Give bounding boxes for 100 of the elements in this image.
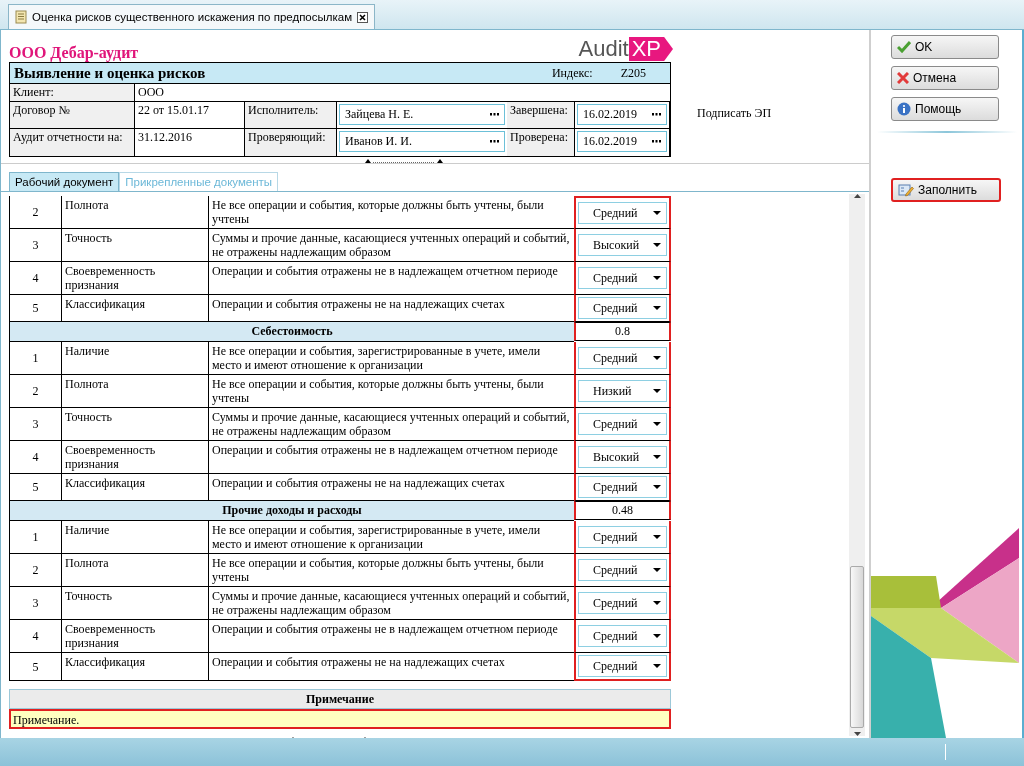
table-cell: Полнота bbox=[61, 196, 208, 229]
ok-button[interactable]: OK bbox=[891, 35, 999, 59]
table-cell: Наличие bbox=[61, 342, 208, 375]
table-cell: 4 bbox=[9, 441, 61, 474]
risk-dropdown[interactable]: Средний bbox=[578, 625, 667, 647]
caret-icon bbox=[653, 664, 661, 668]
field-label: Завершена: bbox=[507, 102, 575, 129]
table-cell: 1 bbox=[9, 342, 61, 375]
table-cell: 4 bbox=[9, 262, 61, 295]
scrollbar[interactable] bbox=[849, 194, 865, 736]
table-cell: 5 bbox=[9, 653, 61, 681]
risk-dropdown[interactable]: Средний bbox=[578, 347, 667, 369]
date-field[interactable]: 16.02.2019 bbox=[577, 131, 667, 152]
risk-dropdown[interactable]: Средний bbox=[578, 655, 667, 677]
form-title: Выявление и оценка рисков bbox=[14, 64, 207, 82]
field-label: Проверена: bbox=[507, 129, 575, 156]
ellipsis-icon[interactable] bbox=[652, 113, 661, 116]
close-icon bbox=[897, 72, 909, 84]
picker-field[interactable]: Иванов И. И. bbox=[339, 131, 505, 152]
table-cell: Своевременность признания bbox=[61, 441, 208, 474]
picker-field[interactable]: Зайцева Н. Е. bbox=[339, 104, 505, 125]
table-cell: 1 bbox=[9, 521, 61, 554]
caret-icon bbox=[653, 601, 661, 605]
table-cell: 2 bbox=[9, 196, 61, 229]
risk-dropdown[interactable]: Низкий bbox=[578, 380, 667, 402]
risk-dropdown[interactable]: Средний bbox=[578, 202, 667, 224]
sign-link[interactable]: Подписать ЭП bbox=[697, 106, 772, 121]
tab-title: Оценка рисков существенного искажения по предпосылкам bbox=[32, 11, 353, 23]
fill-button[interactable]: Заполнить bbox=[891, 178, 1001, 202]
table-cell: Не все операции и события, которые должны быть учтены, были учтены bbox=[208, 196, 574, 229]
ellipsis-icon[interactable] bbox=[490, 140, 499, 143]
risk-dropdown[interactable]: Средний bbox=[578, 526, 667, 548]
close-icon[interactable] bbox=[357, 11, 369, 23]
index-value: Z205 bbox=[620, 65, 646, 81]
table-cell: Операции и события отражены не в надлежащем отчетном периоде bbox=[208, 441, 574, 474]
index-label: Индекс: bbox=[551, 65, 593, 81]
ellipsis-icon[interactable] bbox=[490, 113, 499, 116]
risk-dropdown[interactable]: Средний bbox=[578, 413, 667, 435]
caret-icon bbox=[653, 306, 661, 310]
note-header: Примечание bbox=[9, 689, 671, 709]
date-field[interactable]: 16.02.2019 bbox=[577, 104, 667, 125]
table-cell: Полнота bbox=[61, 375, 208, 408]
scroll-down-icon[interactable] bbox=[853, 732, 861, 736]
caret-icon bbox=[653, 535, 661, 539]
table-cell: 4 bbox=[9, 620, 61, 653]
caret-icon bbox=[653, 276, 661, 280]
score-cell: 0.48 bbox=[574, 501, 671, 520]
document-icon bbox=[15, 10, 27, 24]
document-tab[interactable]: Оценка рисков существенного искажения по предпосылкам bbox=[8, 4, 376, 29]
table-cell: Суммы и прочие данные, касающиеся учтенных операций и событий, не отражены надлежащим образом bbox=[208, 229, 574, 262]
logo: AuditXP bbox=[578, 36, 673, 62]
risk-dropdown[interactable]: Высокий bbox=[578, 446, 667, 468]
company-name: ООО Дебар-аудит bbox=[9, 44, 139, 62]
section-header: Себестоимость bbox=[9, 322, 574, 342]
table-cell: Точность bbox=[61, 408, 208, 441]
table-cell: Наличие bbox=[61, 521, 208, 554]
caret-icon bbox=[653, 356, 661, 360]
field-label: Проверяющий: bbox=[245, 129, 337, 156]
table-cell: Не все операции и события, зарегистрированные в учете, имели место и имеют отношение к организации bbox=[208, 342, 574, 375]
caret-icon bbox=[653, 422, 661, 426]
risk-dropdown[interactable]: Средний bbox=[578, 592, 667, 614]
table-cell: Операции и события отражены не в надлежащем отчетном периоде bbox=[208, 262, 574, 295]
tab[interactable]: Рабочий документ bbox=[9, 172, 120, 191]
table-cell: Полнота bbox=[61, 554, 208, 587]
caret-icon bbox=[653, 211, 661, 215]
section-header: Прочие доходы и расходы bbox=[9, 501, 574, 521]
caret-icon bbox=[653, 634, 661, 638]
table-cell: Не все операции и события, зарегистрированные в учете, имели место и имеют отношение к организации bbox=[208, 521, 574, 554]
table-cell: Точность bbox=[61, 229, 208, 262]
risk-dropdown[interactable]: Высокий bbox=[578, 234, 667, 256]
caret-icon bbox=[653, 455, 661, 459]
scroll-up-icon[interactable] bbox=[853, 194, 861, 198]
risk-dropdown[interactable]: Средний bbox=[578, 476, 667, 498]
field-label: Исполнитель: bbox=[245, 102, 337, 129]
table-cell: Не все операции и события, которые должны быть учтены, были учтены bbox=[208, 375, 574, 408]
table-cell: 2 bbox=[9, 375, 61, 408]
score-cell: 0.8 bbox=[574, 322, 671, 341]
note-field[interactable]: Примечание. bbox=[9, 709, 671, 729]
check-icon bbox=[897, 41, 911, 53]
table-cell: Своевременность признания bbox=[61, 620, 208, 653]
risk-dropdown[interactable]: Средний bbox=[578, 267, 667, 289]
table-cell: 2 bbox=[9, 554, 61, 587]
risk-dropdown[interactable]: Средний bbox=[578, 559, 667, 581]
table-cell: Классификация bbox=[61, 653, 208, 681]
caret-icon bbox=[653, 485, 661, 489]
table-cell: Суммы и прочие данные, касающиеся учтенных операций и событий, не отражены надлежащим образом bbox=[208, 408, 574, 441]
field-label: Договор № bbox=[10, 102, 135, 129]
info-icon bbox=[897, 102, 911, 116]
field-label: Аудит отчетности на: bbox=[10, 129, 135, 156]
help-button[interactable]: Помощь bbox=[891, 97, 999, 121]
ellipsis-icon[interactable] bbox=[652, 140, 661, 143]
caret-icon bbox=[653, 243, 661, 247]
risk-dropdown[interactable]: Средний bbox=[578, 297, 667, 319]
table-cell: 3 bbox=[9, 229, 61, 262]
table-cell: Своевременность признания bbox=[61, 262, 208, 295]
splitter-handle[interactable] bbox=[364, 159, 444, 164]
table-cell: 3 bbox=[9, 587, 61, 620]
form-pencil-icon bbox=[898, 183, 914, 197]
cancel-button[interactable]: Отмена bbox=[891, 66, 999, 90]
caret-icon bbox=[653, 389, 661, 393]
